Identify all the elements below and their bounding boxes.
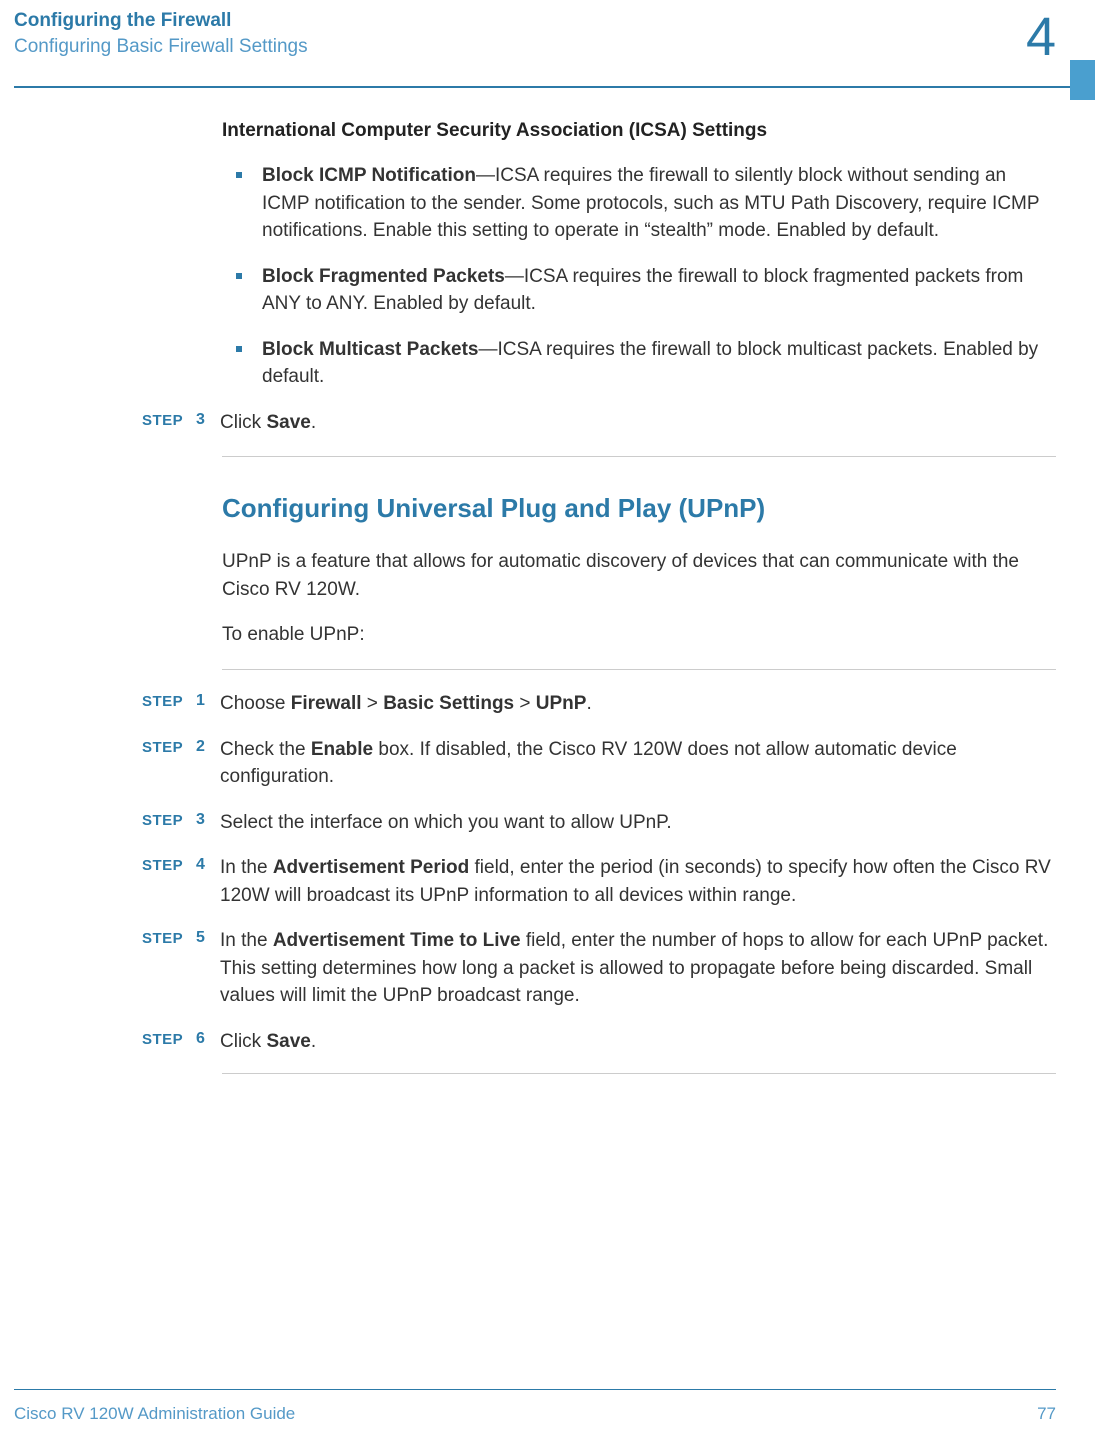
step-bold-segment: Basic Settings	[383, 693, 514, 714]
header-left: Configuring the Firewall Configuring Bas…	[14, 10, 1026, 58]
bullet-bold: Block ICMP Notification	[262, 165, 476, 186]
step-segment: In the	[220, 930, 273, 951]
icsa-bullet-list: Block ICMP Notification—ICSA requires th…	[222, 162, 1056, 391]
step-segment: Click	[220, 1031, 266, 1052]
footer-text: Cisco RV 120W Administration Guide	[14, 1404, 295, 1424]
step-suffix: .	[311, 412, 316, 433]
step-segment: In the	[220, 857, 273, 878]
step-bold-segment: Advertisement Time to Live	[273, 930, 521, 951]
bullet-marker-icon	[236, 172, 242, 178]
bullet-item: Block Multicast Packets—ICSA requires th…	[262, 336, 1056, 391]
body-paragraph: To enable UPnP:	[222, 621, 1056, 649]
step-prefix: Click	[220, 412, 266, 433]
step-label: STEP	[142, 409, 196, 429]
step-segment: Select the interface on which you want t…	[220, 812, 672, 833]
step-number: 2	[196, 736, 220, 756]
step-number: 3	[196, 409, 220, 429]
step-number: 4	[196, 854, 220, 874]
chapter-number: 4	[1026, 10, 1095, 64]
step-row: STEP 3 Click Save.	[142, 409, 1056, 437]
step-text: Click Save.	[220, 409, 1056, 437]
upnp-steps: STEP1Choose Firewall > Basic Settings > …	[222, 690, 1056, 1055]
step-segment: Choose	[220, 693, 291, 714]
page-footer: Cisco RV 120W Administration Guide 77	[14, 1404, 1056, 1424]
step-text: Select the interface on which you want t…	[220, 809, 1056, 837]
page-header: Configuring the Firewall Configuring Bas…	[0, 0, 1095, 64]
step-text: Check the Enable box. If disabled, the C…	[220, 736, 1056, 791]
bullet-item: Block ICMP Notification—ICSA requires th…	[262, 162, 1056, 245]
step-bold-segment: UPnP	[536, 693, 587, 714]
body-paragraph: UPnP is a feature that allows for automa…	[222, 548, 1056, 603]
step-bold: Save	[266, 412, 310, 433]
step-number: 3	[196, 809, 220, 829]
content-area: International Computer Security Associat…	[0, 88, 1095, 1074]
thin-divider	[222, 1073, 1056, 1074]
bullet-marker-icon	[236, 273, 242, 279]
bullet-bold: Block Multicast Packets	[262, 339, 478, 360]
chapter-tab	[1070, 60, 1095, 100]
step-row: STEP5In the Advertisement Time to Live f…	[142, 927, 1056, 1010]
bullet-bold: Block Fragmented Packets	[262, 266, 505, 287]
footer-page-number: 77	[1037, 1404, 1056, 1424]
header-title: Configuring the Firewall	[14, 10, 1026, 32]
step-bold-segment: Advertisement Period	[273, 857, 469, 878]
step-row: STEP3Select the interface on which you w…	[142, 809, 1056, 837]
step-label: STEP	[142, 690, 196, 710]
step-number: 5	[196, 927, 220, 947]
step-row: STEP4In the Advertisement Period field, …	[142, 854, 1056, 909]
step-bold-segment: Firewall	[291, 693, 362, 714]
thin-divider	[222, 669, 1056, 670]
step-segment: >	[362, 693, 384, 714]
step-segment: .	[311, 1031, 316, 1052]
bullet-item: Block Fragmented Packets—ICSA requires t…	[262, 263, 1056, 318]
step-label: STEP	[142, 854, 196, 874]
thin-divider	[222, 456, 1056, 457]
step-text: In the Advertisement Time to Live field,…	[220, 927, 1056, 1010]
step-label: STEP	[142, 927, 196, 947]
step-label: STEP	[142, 736, 196, 756]
icsa-heading: International Computer Security Associat…	[222, 120, 1056, 142]
upnp-heading: Configuring Universal Plug and Play (UPn…	[222, 493, 1056, 524]
footer-divider	[14, 1389, 1056, 1390]
step-bold-segment: Enable	[311, 739, 373, 760]
header-subtitle: Configuring Basic Firewall Settings	[14, 36, 1026, 58]
step-row: STEP6Click Save.	[142, 1028, 1056, 1056]
step-text: Click Save.	[220, 1028, 1056, 1056]
step-label: STEP	[142, 1028, 196, 1048]
step-row: STEP2Check the Enable box. If disabled, …	[142, 736, 1056, 791]
step-number: 1	[196, 690, 220, 710]
step-segment: >	[514, 693, 536, 714]
step-text: Choose Firewall > Basic Settings > UPnP.	[220, 690, 1056, 718]
step-text: In the Advertisement Period field, enter…	[220, 854, 1056, 909]
bullet-marker-icon	[236, 346, 242, 352]
step-row: STEP1Choose Firewall > Basic Settings > …	[142, 690, 1056, 718]
step-bold-segment: Save	[266, 1031, 310, 1052]
step-segment: Check the	[220, 739, 311, 760]
step-segment: .	[586, 693, 591, 714]
step-label: STEP	[142, 809, 196, 829]
step-number: 6	[196, 1028, 220, 1048]
